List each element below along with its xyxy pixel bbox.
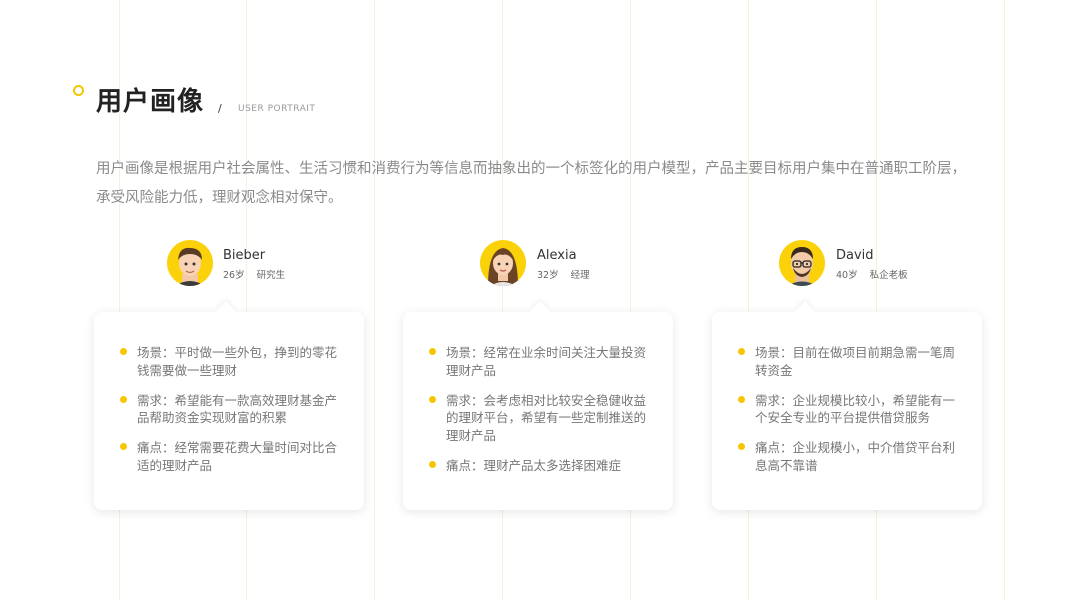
- title-separator: /: [218, 102, 222, 115]
- card-pointer: [795, 301, 815, 321]
- list-item: 痛点：企业规模小，中介借贷平台利息高不靠谱: [738, 439, 963, 474]
- list-item: 需求：企业规模比较小，希望能有一个安全专业的平台提供借贷服务: [738, 392, 963, 427]
- persona-card-alexia: Alexia 32岁 经理 场景：经常在业余时间关注大量投资理财产品 需求：会考虑…: [403, 240, 673, 512]
- persona-name: Alexia: [537, 248, 577, 263]
- bullet-icon: [120, 443, 127, 450]
- pain-point-text: 痛点：企业规模小，中介借贷平台利息高不靠谱: [755, 440, 956, 473]
- card-pointer: [216, 301, 236, 321]
- persona-detail-card: 场景：平时做一些外包，挣到的零花钱需要做一些理财 需求：希望能有一款高效理财基金…: [94, 301, 364, 510]
- pain-point-text: 痛点：经常需要花费大量时间对比合适的理财产品: [137, 440, 338, 473]
- list-item: 痛点：经常需要花费大量时间对比合适的理财产品: [120, 439, 345, 474]
- persona-name: Bieber: [223, 248, 266, 263]
- persona-name: David: [836, 248, 874, 263]
- bullet-icon: [738, 348, 745, 355]
- needs-text: 需求：希望能有一款高效理财基金产品帮助资金实现财富的积累: [137, 392, 338, 426]
- bullet-icon: [738, 395, 745, 403]
- list-item: 需求：希望能有一款高效理财基金产品帮助资金实现财富的积累: [120, 392, 345, 427]
- title-marker-icon: [73, 85, 84, 96]
- grid-line: [1004, 0, 1005, 600]
- bullet-icon: [120, 348, 127, 355]
- persona-meta: 32岁 经理: [537, 267, 590, 281]
- avatar: [779, 240, 825, 286]
- needs-text: 需求：企业规模比较小，希望能有一个安全专业的平台提供借贷服务: [755, 392, 956, 426]
- list-item: 需求：会考虑相对比较安全稳健收益的理财平台，希望有一些定制推送的理财产品: [429, 392, 654, 445]
- list-item: 场景：平时做一些外包，挣到的零花钱需要做一些理财: [120, 344, 345, 379]
- bullet-icon: [429, 395, 436, 403]
- persona-occupation: 研究生: [256, 270, 286, 281]
- persona-detail-card: 场景：目前在做项目前期急需一笔周转资金 需求：企业规模比较小，希望能有一个安全专…: [712, 301, 982, 510]
- list-item: 痛点：理财产品太多选择困难症: [429, 457, 654, 475]
- list-item: 场景：目前在做项目前期急需一笔周转资金: [738, 344, 963, 379]
- persona-attribute-list: 场景：经常在业余时间关注大量投资理财产品 需求：会考虑相对比较安全稳健收益的理财…: [429, 344, 654, 487]
- persona-age: 32岁: [537, 270, 559, 281]
- persona-meta: 40岁 私企老板: [836, 267, 908, 281]
- persona-attribute-list: 场景：目前在做项目前期急需一笔周转资金 需求：企业规模比较小，希望能有一个安全专…: [738, 344, 963, 487]
- persona-attribute-list: 场景：平时做一些外包，挣到的零花钱需要做一些理财 需求：希望能有一款高效理财基金…: [120, 344, 345, 487]
- persona-age: 26岁: [223, 270, 245, 281]
- card-pointer: [530, 301, 550, 321]
- persona-occupation: 私企老板: [869, 270, 908, 281]
- scenario-text: 场景：平时做一些外包，挣到的零花钱需要做一些理财: [137, 345, 338, 378]
- persona-detail-card: 场景：经常在业余时间关注大量投资理财产品 需求：会考虑相对比较安全稳健收益的理财…: [403, 301, 673, 510]
- bullet-icon: [738, 443, 745, 450]
- persona-meta: 26岁 研究生: [223, 267, 285, 281]
- intro-paragraph: 用户画像是根据用户社会属性、生活习惯和消费行为等信息而抽象出的一个标签化的用户模…: [96, 161, 966, 206]
- page-title: 用户画像: [96, 87, 205, 117]
- bullet-icon: [429, 348, 436, 355]
- pain-point-text: 痛点：理财产品太多选择困难症: [446, 457, 622, 473]
- persona-card-bieber: Bieber 26岁 研究生 场景：平时做一些外包，挣到的零花钱需要做一些理财 需…: [94, 240, 364, 512]
- persona-occupation: 经理: [570, 270, 590, 281]
- needs-text: 需求：会考虑相对比较安全稳健收益的理财平台，希望有一些定制推送的理财产品: [446, 392, 647, 443]
- bullet-icon: [120, 395, 127, 403]
- scenario-text: 场景：经常在业余时间关注大量投资理财产品: [446, 345, 647, 378]
- persona-age: 40岁: [836, 270, 858, 281]
- avatar: [167, 240, 213, 286]
- avatar: [480, 240, 526, 286]
- persona-card-david: David 40岁 私企老板 场景：目前在做项目前期急需一笔周转资金 需求：企业规…: [712, 240, 982, 512]
- list-item: 场景：经常在业余时间关注大量投资理财产品: [429, 344, 654, 379]
- page-subtitle: USER PORTRAIT: [238, 104, 316, 114]
- scenario-text: 场景：目前在做项目前期急需一笔周转资金: [755, 345, 956, 378]
- grid-line: [374, 0, 375, 600]
- bullet-icon: [429, 460, 436, 468]
